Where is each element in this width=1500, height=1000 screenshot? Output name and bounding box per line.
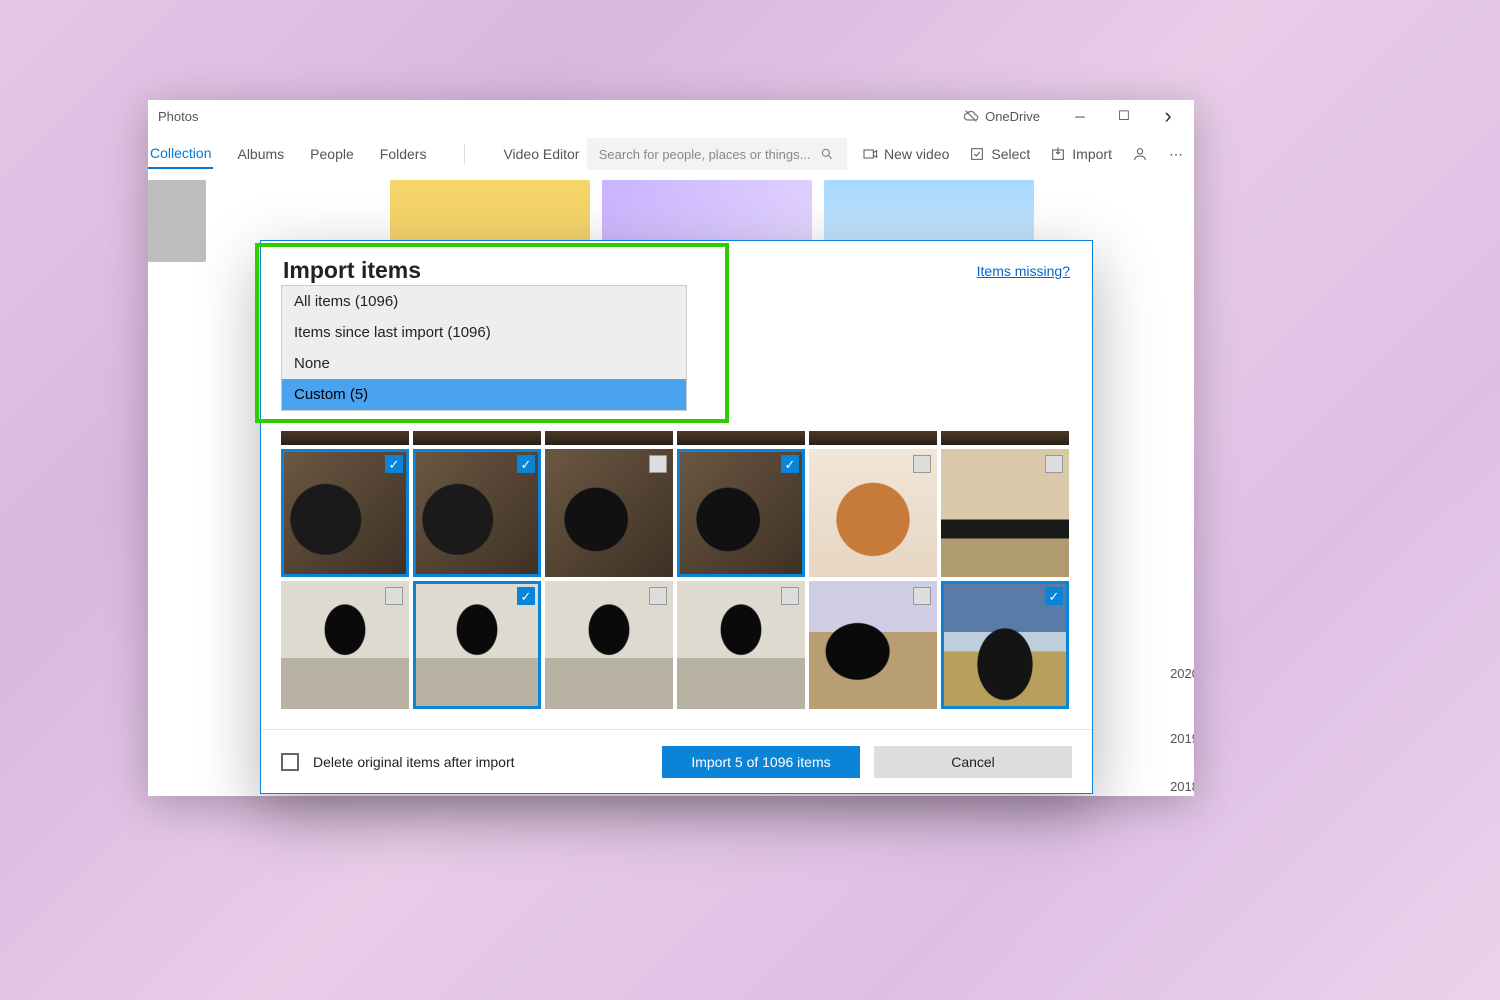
thumbnail[interactable]	[809, 581, 937, 709]
thumbnail-checkbox[interactable]	[517, 455, 535, 473]
thumbnail[interactable]	[413, 449, 541, 577]
app-title: Photos	[158, 109, 198, 124]
year-marker[interactable]: 2018	[1149, 773, 1194, 796]
thumbnail[interactable]	[941, 449, 1069, 577]
select-icon	[969, 146, 985, 162]
import-icon	[1050, 146, 1066, 162]
year-timeline[interactable]: 2020 2019 2018	[1149, 660, 1194, 796]
thumbnail-peek[interactable]	[545, 431, 673, 445]
more-button[interactable]: ⋯	[1168, 146, 1184, 162]
cloud-icon	[963, 108, 979, 124]
thumbnail-checkbox[interactable]	[913, 455, 931, 473]
dropdown-option-since-last[interactable]: Items since last import (1096)	[282, 317, 686, 348]
thumbnail[interactable]	[941, 581, 1069, 709]
person-icon	[1132, 146, 1148, 162]
thumbnail-peek[interactable]	[809, 431, 937, 445]
delete-original-label: Delete original items after import	[313, 754, 515, 770]
tab-video-editor[interactable]: Video Editor	[501, 140, 581, 168]
thumbnail-checkbox[interactable]	[913, 587, 931, 605]
items-missing-link[interactable]: Items missing?	[977, 263, 1070, 279]
minimize-button[interactable]: ─	[1058, 101, 1102, 131]
dialog-title: Import items	[283, 257, 421, 284]
nav-tabs: Collection Albums People Folders Video E…	[148, 139, 581, 169]
thumbnail-peek[interactable]	[413, 431, 541, 445]
nav-divider	[464, 144, 465, 164]
thumbnail-peek[interactable]	[281, 431, 409, 445]
thumbnail-checkbox[interactable]	[385, 587, 403, 605]
more-icon: ⋯	[1168, 146, 1184, 162]
import-label: Import	[1072, 146, 1112, 162]
thumbnail-checkbox[interactable]	[1045, 587, 1063, 605]
dialog-footer: Delete original items after import Impor…	[261, 729, 1092, 793]
dropdown-option-none[interactable]: None	[282, 348, 686, 379]
close-button[interactable]: ›	[1146, 101, 1190, 131]
banner-item[interactable]	[148, 180, 206, 262]
year-marker[interactable]: 2019	[1149, 725, 1194, 754]
search-icon	[819, 146, 835, 162]
import-button[interactable]: Import	[1050, 146, 1112, 162]
thumbnail[interactable]	[545, 449, 673, 577]
onedrive-status[interactable]: OneDrive	[963, 108, 1040, 124]
thumbnail-checkbox[interactable]	[781, 587, 799, 605]
search-input[interactable]: Search for people, places or things...	[587, 138, 847, 170]
new-video-label: New video	[884, 146, 949, 162]
thumbnail[interactable]	[677, 449, 805, 577]
thumbnail-peek[interactable]	[941, 431, 1069, 445]
tab-albums[interactable]: Albums	[235, 140, 286, 168]
toolbar: Collection Albums People Folders Video E…	[148, 132, 1194, 176]
titlebar: Photos OneDrive ─ ☐ ›	[148, 100, 1194, 132]
thumbnail-checkbox[interactable]	[385, 455, 403, 473]
thumbnail[interactable]	[413, 581, 541, 709]
thumbnail-checkbox[interactable]	[649, 587, 667, 605]
thumbnail[interactable]	[677, 581, 805, 709]
search-placeholder: Search for people, places or things...	[599, 147, 811, 162]
select-button[interactable]: Select	[969, 146, 1030, 162]
tab-people[interactable]: People	[308, 140, 356, 168]
thumbnail-checkbox[interactable]	[781, 455, 799, 473]
thumbnail-grid[interactable]	[281, 431, 1084, 727]
tab-collection[interactable]: Collection	[148, 139, 213, 169]
select-label: Select	[991, 146, 1030, 162]
import-confirm-button[interactable]: Import 5 of 1096 items	[662, 746, 860, 778]
new-video-icon	[862, 146, 878, 162]
account-button[interactable]	[1132, 146, 1148, 162]
dropdown-option-custom[interactable]: Custom (5)	[282, 379, 686, 410]
thumbnail[interactable]	[545, 581, 673, 709]
thumbnail-peek[interactable]	[677, 431, 805, 445]
import-dialog: Import items Items missing? All items (1…	[260, 240, 1093, 794]
new-video-button[interactable]: New video	[862, 146, 949, 162]
thumbnail-checkbox[interactable]	[649, 455, 667, 473]
dropdown-option-all[interactable]: All items (1096)	[282, 286, 686, 317]
maximize-button[interactable]: ☐	[1102, 101, 1146, 131]
onedrive-label: OneDrive	[985, 109, 1040, 124]
cancel-button[interactable]: Cancel	[874, 746, 1072, 778]
year-marker[interactable]: 2020	[1149, 660, 1194, 689]
delete-original-checkbox[interactable]	[281, 753, 299, 771]
thumbnail-checkbox[interactable]	[1045, 455, 1063, 473]
thumbnail[interactable]	[281, 449, 409, 577]
thumbnail[interactable]	[281, 581, 409, 709]
thumbnail-checkbox[interactable]	[517, 587, 535, 605]
tab-folders[interactable]: Folders	[378, 140, 429, 168]
thumbnail[interactable]	[809, 449, 937, 577]
toolbar-actions: New video Select Import ⋯	[862, 146, 1184, 162]
selection-dropdown[interactable]: All items (1096) Items since last import…	[281, 285, 687, 411]
